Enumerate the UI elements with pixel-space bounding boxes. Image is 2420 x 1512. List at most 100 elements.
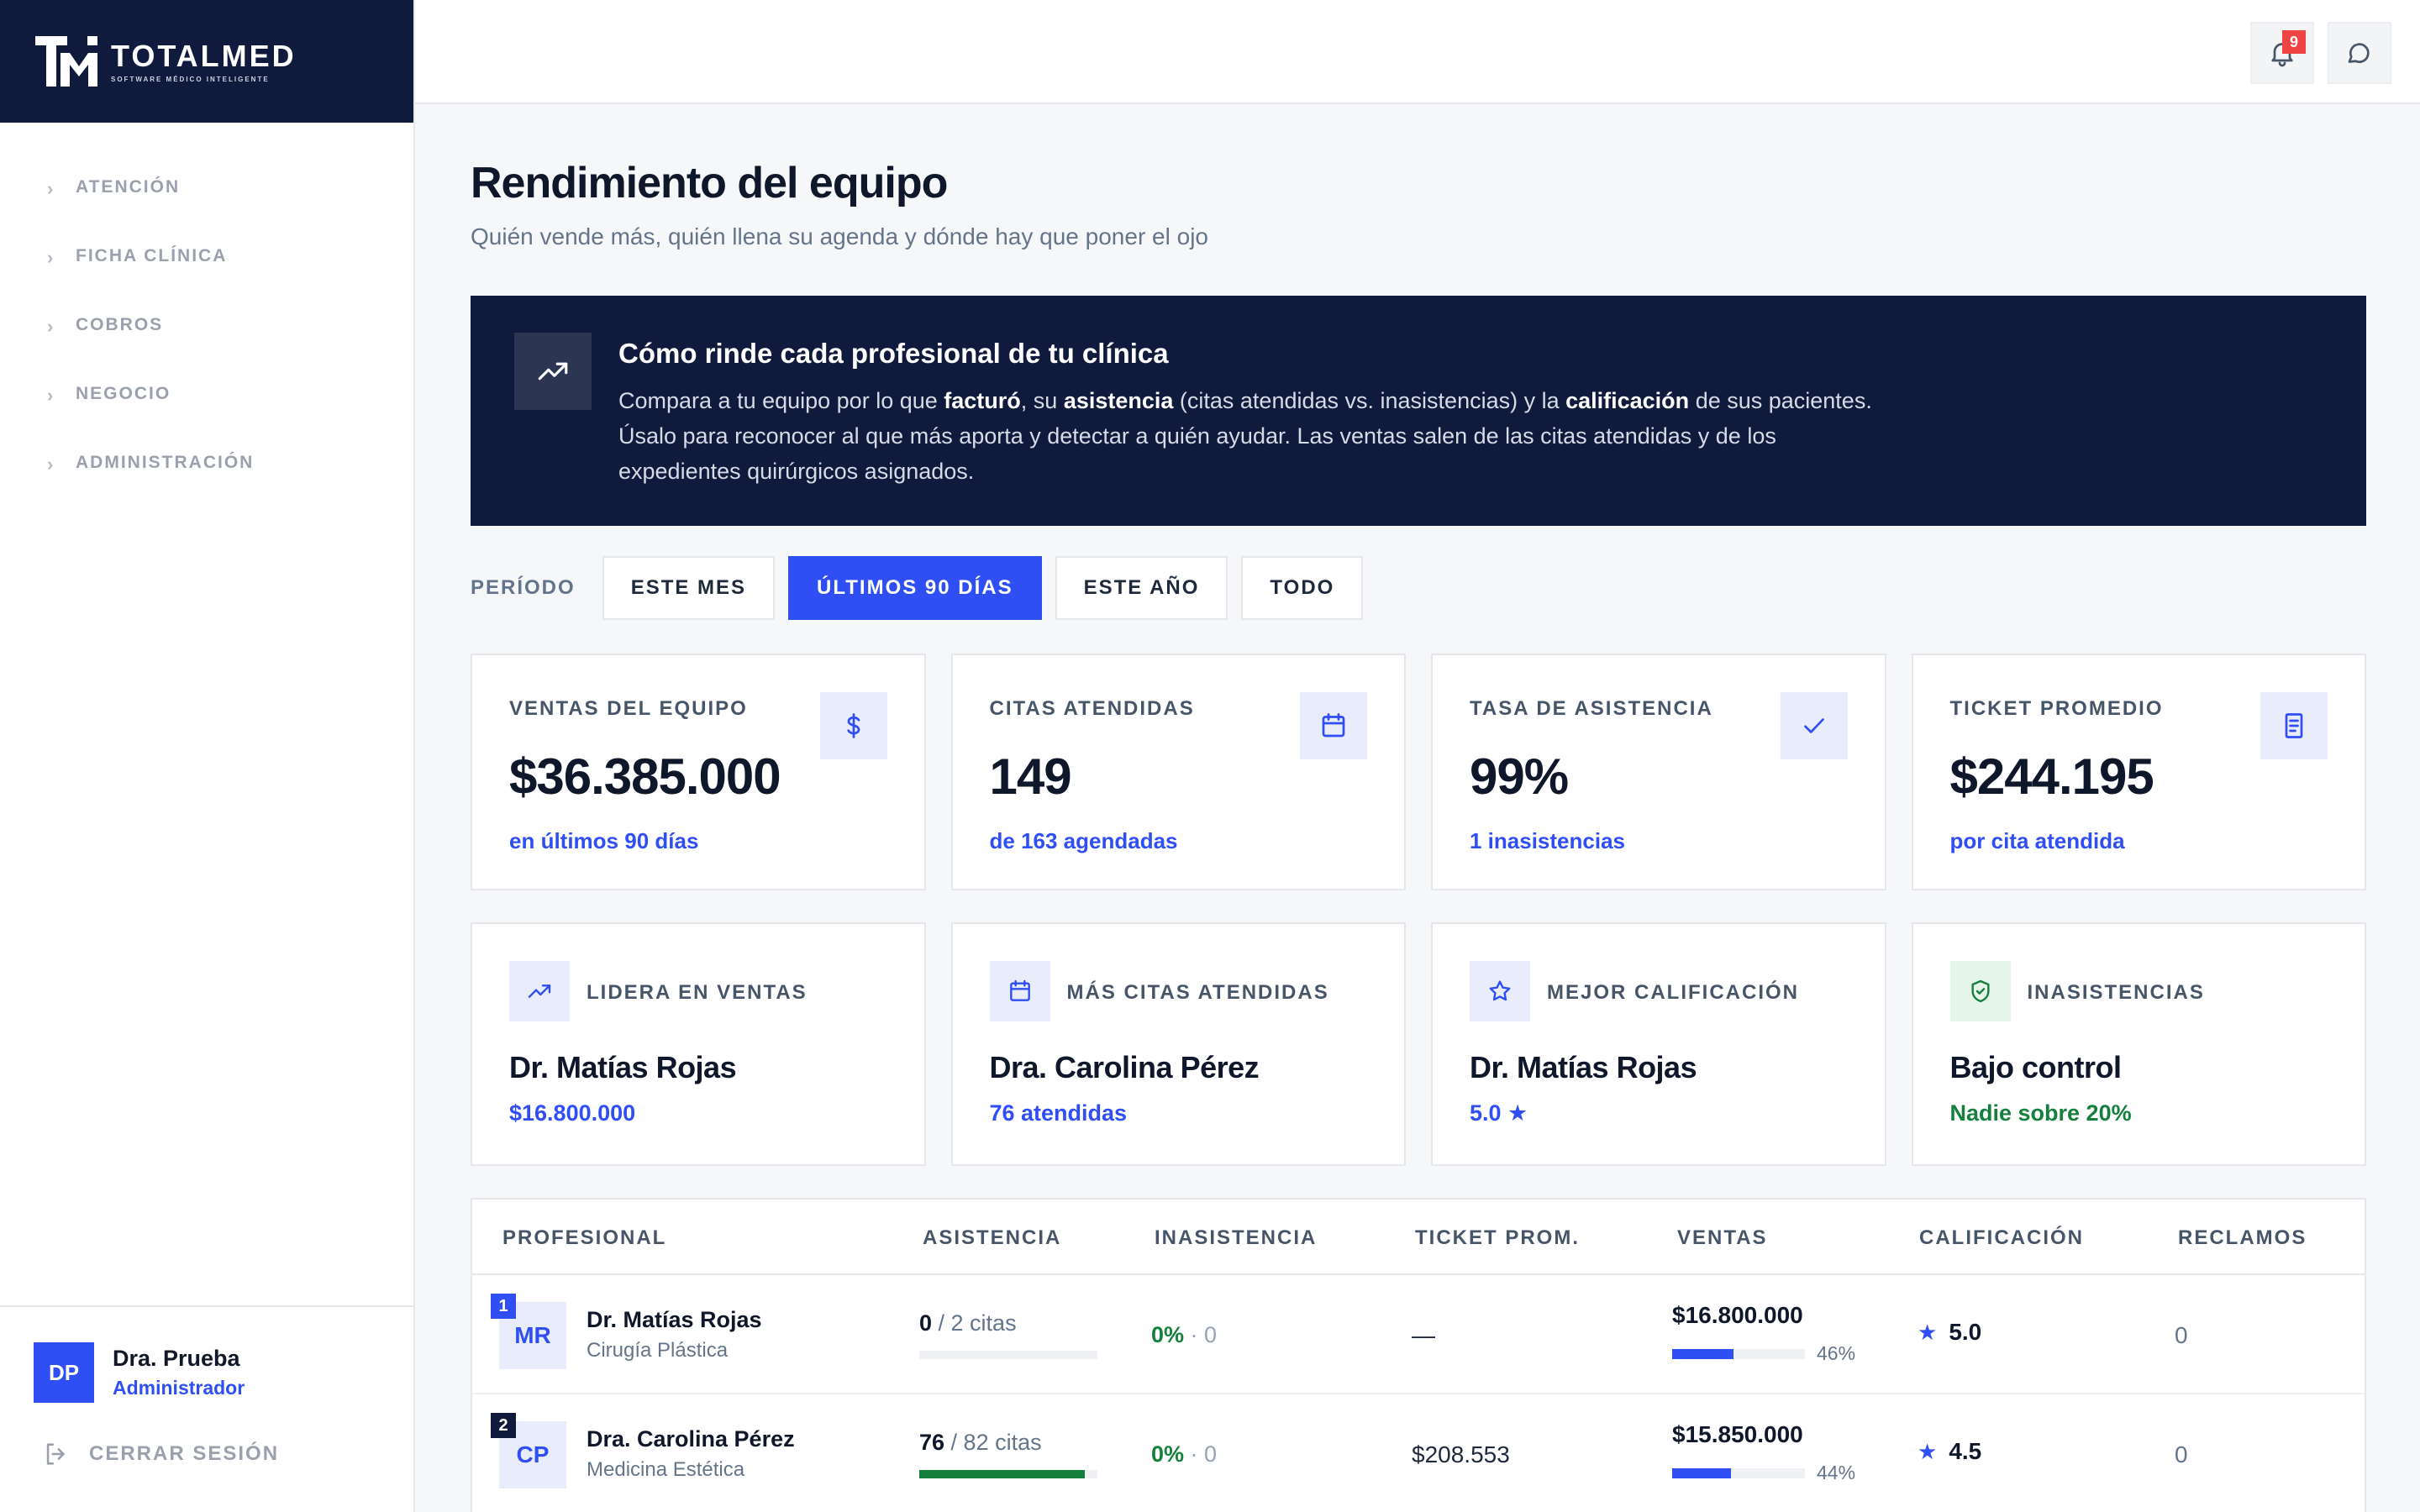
stats-row: VENTAS DEL EQUIPO $36.385.000 en últimos… <box>471 654 2366 890</box>
stat-label: CITAS ATENDIDAS <box>989 697 1195 720</box>
highlight-label: LIDERA EN VENTAS <box>587 981 808 1004</box>
no-show-value: 0% · 0 <box>1151 1322 1217 1348</box>
banner-text-bold: asistencia <box>1063 388 1174 413</box>
logout-button[interactable]: CERRAR SESIÓN <box>0 1403 413 1468</box>
sidebar-item-ficha-clinica[interactable]: › FICHA CLÍNICA <box>0 223 413 292</box>
highlights-row: LIDERA EN VENTAS Dr. Matías Rojas $16.80… <box>471 922 2366 1166</box>
shield-check-icon <box>1949 961 2011 1021</box>
main-content: Rendimiento del equipo Quién vende más, … <box>471 104 2366 1512</box>
page-title: Rendimiento del equipo <box>471 159 948 207</box>
brand-tagline: SOFTWARE MÉDICO INTELIGENTE <box>111 75 270 83</box>
chevron-right-icon: › <box>47 316 55 337</box>
stat-note: 1 inasistencias <box>1470 828 1625 853</box>
stat-card-attendance-rate: TASA DE ASISTENCIA 99% 1 inasistencias <box>1431 654 1886 890</box>
professional-name: Dra. Carolina Pérez <box>587 1426 795 1452</box>
chevron-right-icon: › <box>47 247 55 268</box>
column-header-asistencia[interactable]: ASISTENCIA <box>923 1226 1061 1250</box>
sidebar-item-label: ATENCIÓN <box>76 177 181 197</box>
sidebar-item-label: FICHA CLÍNICA <box>76 246 228 265</box>
page-subtitle: Quién vende más, quién llena su agenda y… <box>471 223 1208 249</box>
calendar-icon <box>989 961 1050 1021</box>
notifications-button[interactable]: 9 <box>2250 22 2314 84</box>
trend-up-icon <box>509 961 570 1021</box>
column-header-ventas[interactable]: VENTAS <box>1677 1226 1768 1250</box>
chevron-right-icon: › <box>47 178 55 199</box>
highlight-note: Nadie sobre 20% <box>1949 1100 2132 1126</box>
rating-value: ★ 5.0 <box>1918 1319 1981 1346</box>
average-ticket: $208.553 <box>1412 1441 1510 1467</box>
period-selector: PERÍODO ESTE MES ÚLTIMOS 90 DÍAS ESTE AÑ… <box>471 556 2366 620</box>
average-ticket: — <box>1412 1322 1435 1348</box>
brand-header[interactable]: TOTALMED SOFTWARE MÉDICO INTELIGENTE <box>0 0 413 123</box>
column-header-inasistencia[interactable]: INASISTENCIA <box>1155 1226 1317 1250</box>
logo-icon <box>35 36 97 87</box>
sidebar-item-administracion[interactable]: › ADMINISTRACIÓN <box>0 430 413 499</box>
stat-value: 149 <box>989 748 1072 805</box>
claims-count: 0 <box>2175 1322 2188 1348</box>
banner-text-bold: calificación <box>1565 388 1690 413</box>
stat-note: por cita atendida <box>1949 828 2125 853</box>
chevron-right-icon: › <box>47 385 55 406</box>
no-show-count: · 0 <box>1184 1441 1218 1467</box>
table-row[interactable]: 1 MR Dr. Matías Rojas Cirugía Plástica 0… <box>472 1275 2365 1394</box>
table-row[interactable]: 2 CP Dra. Carolina Pérez Medicina Estéti… <box>472 1394 2365 1512</box>
chevron-right-icon: › <box>47 454 55 475</box>
attendance-value: 0 / 2 citas <box>919 1310 1017 1336</box>
stat-label: VENTAS DEL EQUIPO <box>509 697 748 720</box>
calendar-icon <box>1300 692 1367 759</box>
dollar-icon <box>819 692 887 759</box>
logout-label: CERRAR SESIÓN <box>89 1442 280 1465</box>
star-icon: ★ <box>1918 1438 1938 1464</box>
sidebar-footer: DP Dra. Prueba Administrador CERRAR SESI… <box>0 1305 413 1512</box>
user-card[interactable]: DP Dra. Prueba Administrador <box>0 1307 413 1403</box>
table-header: PROFESIONAL ASISTENCIA INASISTENCIA TICK… <box>472 1200 2365 1275</box>
stat-label: TASA DE ASISTENCIA <box>1470 697 1713 720</box>
stat-value: 99% <box>1470 748 1569 805</box>
sidebar-item-label: NEGOCIO <box>76 384 171 403</box>
stat-card-appointments: CITAS ATENDIDAS 149 de 163 agendadas <box>950 654 1406 890</box>
stat-value: $244.195 <box>1949 748 2154 805</box>
no-show-pct: 0% <box>1151 1322 1185 1347</box>
sidebar-item-atencion[interactable]: › ATENCIÓN <box>0 155 413 223</box>
messages-button[interactable] <box>2328 22 2391 84</box>
notifications-badge: 9 <box>2282 30 2306 54</box>
sidebar-item-cobros[interactable]: › COBROS <box>0 292 413 361</box>
period-this-month-button[interactable]: ESTE MES <box>602 556 776 620</box>
sidebar-item-negocio[interactable]: › NEGOCIO <box>0 361 413 430</box>
sales-bar-fill <box>1672 1468 1731 1478</box>
info-banner: Cómo rinde cada profesional de tu clínic… <box>471 296 2366 526</box>
stat-value: $36.385.000 <box>509 748 781 805</box>
stat-note: en últimos 90 días <box>509 828 699 853</box>
highlight-label: MÁS CITAS ATENDIDAS <box>1066 981 1329 1004</box>
highlight-name: Dr. Matías Rojas <box>1470 1050 1697 1084</box>
avatar: DP <box>34 1342 94 1403</box>
highlight-note: 76 atendidas <box>989 1100 1128 1126</box>
period-all-button[interactable]: TODO <box>1241 556 1364 620</box>
brand-name: TOTALMED <box>111 38 297 73</box>
column-header-calificacion[interactable]: CALIFICACIÓN <box>1919 1226 2084 1250</box>
highlight-most-appointments: MÁS CITAS ATENDIDAS Dra. Carolina Pérez … <box>950 922 1406 1166</box>
no-show-count: · 0 <box>1184 1322 1218 1347</box>
column-header-reclamos[interactable]: RECLAMOS <box>2178 1226 2307 1250</box>
attended-total: / 2 citas <box>932 1310 1017 1336</box>
rank-badge: 2 <box>491 1413 516 1438</box>
stat-card-sales: VENTAS DEL EQUIPO $36.385.000 en últimos… <box>471 654 926 890</box>
period-last-90-days-button[interactable]: ÚLTIMOS 90 DÍAS <box>788 556 1042 620</box>
period-this-year-button[interactable]: ESTE AÑO <box>1055 556 1228 620</box>
user-role: Administrador <box>113 1377 245 1399</box>
check-icon <box>1780 692 1848 759</box>
attendance-bar <box>919 1351 1097 1359</box>
column-header-profesional[interactable]: PROFESIONAL <box>502 1226 666 1250</box>
no-show-value: 0% · 0 <box>1151 1441 1217 1467</box>
sidebar-nav: › ATENCIÓN › FICHA CLÍNICA › COBROS › NEGOCI… <box>0 123 413 499</box>
sales-bar <box>1672 1468 1805 1478</box>
sales-bar <box>1672 1349 1805 1359</box>
column-header-ticket[interactable]: TICKET PROM. <box>1415 1226 1580 1250</box>
highlight-note: $16.800.000 <box>509 1100 636 1126</box>
highlight-no-shows: INASISTENCIAS Bajo control Nadie sobre 2… <box>1911 922 2366 1166</box>
professional-specialty: Cirugía Plástica <box>587 1339 729 1362</box>
attended-count: 76 <box>919 1430 945 1455</box>
stat-card-average-ticket: TICKET PROMEDIO $244.195 por cita atendi… <box>1911 654 2366 890</box>
stat-note: de 163 agendadas <box>989 828 1178 853</box>
highlight-name: Dr. Matías Rojas <box>509 1050 737 1084</box>
